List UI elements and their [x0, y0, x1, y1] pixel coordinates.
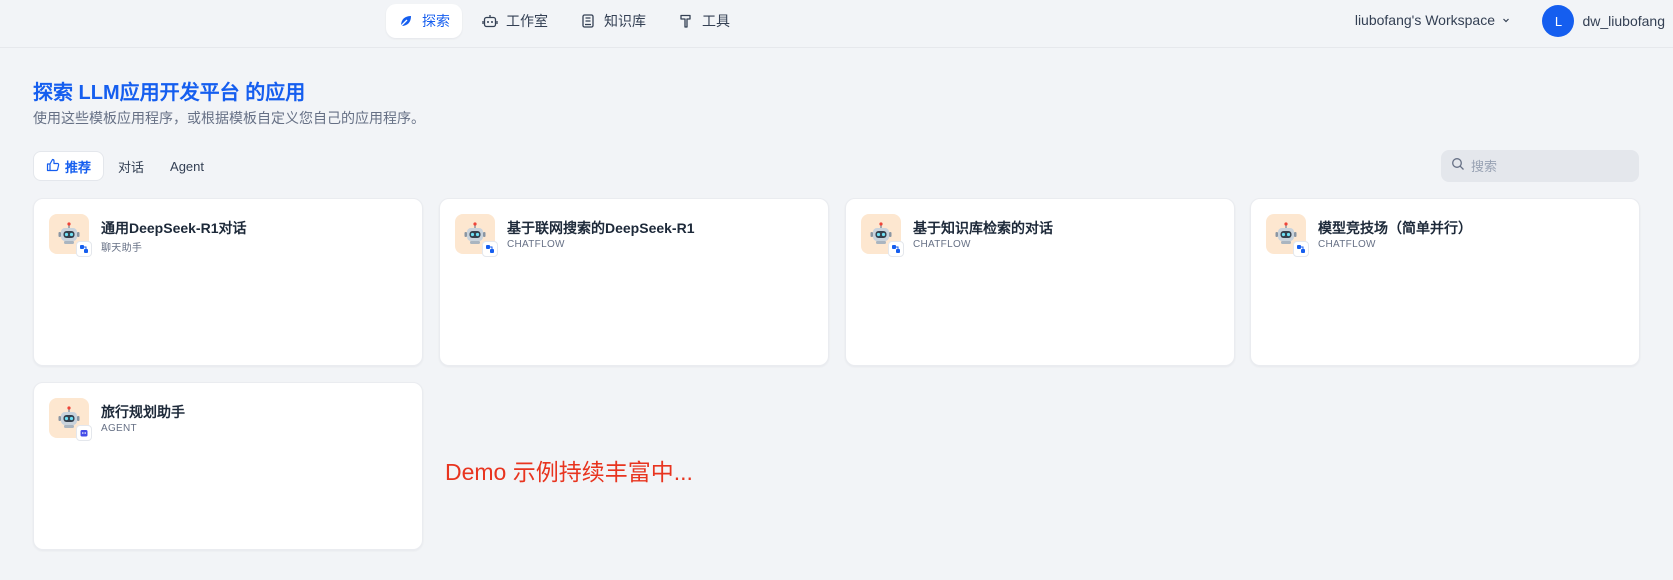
- search-input[interactable]: [1471, 158, 1631, 174]
- thumbs-up-icon: [46, 158, 60, 175]
- chevron-down-icon: [1501, 12, 1511, 28]
- app-card[interactable]: 模型竞技场（简单并行） CHATFLOW: [1250, 198, 1640, 366]
- app-card[interactable]: 旅行规划助手 AGENT: [33, 382, 423, 550]
- app-card[interactable]: 基于联网搜索的DeepSeek-R1 CHATFLOW: [439, 198, 829, 366]
- chatflow-icon: [76, 241, 92, 257]
- workspace-switcher[interactable]: liubofang's Workspace: [1355, 12, 1511, 28]
- tab-recommended[interactable]: 推荐: [33, 151, 105, 181]
- app-name: 通用DeepSeek-R1对话: [101, 220, 247, 236]
- nav-tools-label: 工具: [702, 13, 730, 29]
- top-bar: 探索 工作室 知识库 工具 liubofang's Workspace L dw…: [0, 0, 1673, 48]
- tab-agent[interactable]: Agent: [158, 151, 216, 181]
- robot-icon: [482, 13, 498, 29]
- chatflow-icon: [888, 241, 904, 257]
- user-name: dw_liubofang: [1582, 13, 1665, 29]
- app-name: 基于联网搜索的DeepSeek-R1: [507, 220, 695, 236]
- chatflow-icon: [482, 241, 498, 257]
- avatar: L: [1542, 5, 1575, 37]
- page-subtitle: 使用这些模板应用程序，或根据模板自定义您自己的应用程序。: [33, 110, 425, 126]
- nav-studio[interactable]: 工作室: [470, 4, 560, 38]
- app-type: CHATFLOW: [1318, 239, 1376, 250]
- app-card[interactable]: 基于知识库检索的对话 CHATFLOW: [845, 198, 1235, 366]
- nav-explore-label: 探索: [422, 13, 450, 29]
- agent-icon: [76, 425, 92, 441]
- robot-face-icon: [1266, 214, 1309, 257]
- search-icon: [1451, 157, 1465, 176]
- user-menu[interactable]: L dw_liubofang: [1542, 5, 1665, 37]
- tab-recommended-label: 推荐: [65, 159, 92, 175]
- robot-face-icon: [861, 214, 904, 257]
- explore-leaf-icon: [398, 13, 414, 29]
- hammer-icon: [678, 13, 694, 29]
- tab-agent-label: Agent: [170, 158, 205, 174]
- main-nav: 探索 工作室 知识库 工具: [386, 4, 742, 38]
- app-name: 基于知识库检索的对话: [913, 220, 1053, 236]
- nav-knowledge-label: 知识库: [604, 13, 646, 29]
- app-type: 聊天助手: [101, 243, 143, 254]
- robot-face-icon: [49, 398, 92, 441]
- book-icon: [580, 13, 596, 29]
- app-type: CHATFLOW: [913, 239, 971, 250]
- robot-face-icon: [455, 214, 498, 257]
- search-box[interactable]: [1441, 150, 1639, 182]
- chatflow-icon: [1293, 241, 1309, 257]
- demo-note: Demo 示例持续丰富中...: [445, 459, 693, 485]
- app-type: AGENT: [101, 423, 137, 434]
- nav-tools[interactable]: 工具: [666, 4, 742, 38]
- app-card[interactable]: 通用DeepSeek-R1对话 聊天助手: [33, 198, 423, 366]
- nav-explore[interactable]: 探索: [386, 4, 462, 38]
- tab-chat-label: 对话: [118, 159, 145, 175]
- nav-studio-label: 工作室: [506, 13, 548, 29]
- page-title: 探索 LLM应用开发平台 的应用: [33, 82, 306, 104]
- tab-chat[interactable]: 对话: [106, 151, 156, 181]
- nav-knowledge[interactable]: 知识库: [568, 4, 658, 38]
- category-tabs: 推荐 对话 Agent: [33, 151, 216, 181]
- app-name: 旅行规划助手: [101, 404, 185, 420]
- workspace-name: liubofang's Workspace: [1354, 12, 1495, 28]
- robot-face-icon: [49, 214, 92, 257]
- app-name: 模型竞技场（简单并行）: [1318, 220, 1472, 236]
- app-type: CHATFLOW: [507, 239, 565, 250]
